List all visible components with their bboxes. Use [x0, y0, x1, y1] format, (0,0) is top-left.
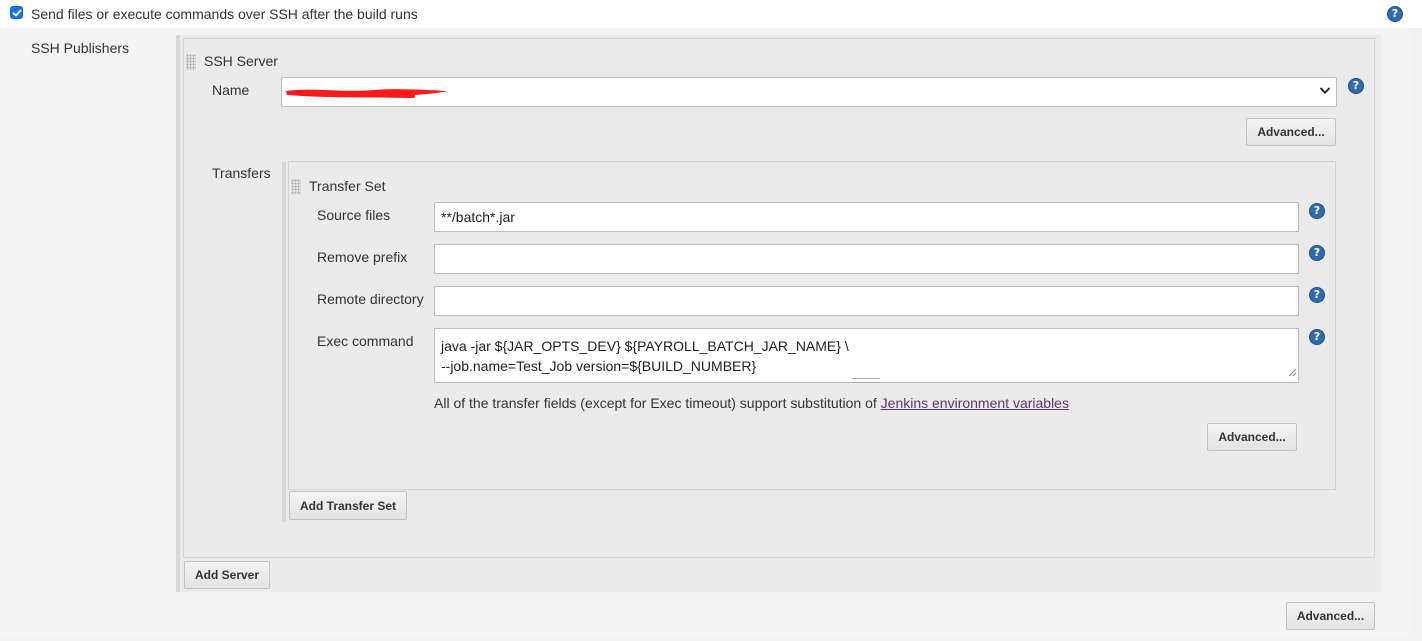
help-question-icon[interactable]: ? — [1309, 287, 1325, 303]
transfers-bar — [282, 162, 286, 522]
jenkins-env-vars-link[interactable]: Jenkins environment variables — [881, 395, 1069, 411]
resize-grip-icon[interactable] — [852, 378, 880, 383]
help-question-icon[interactable]: ? — [1309, 203, 1325, 219]
transfer-set-advanced-button[interactable]: Advanced... — [1207, 423, 1297, 451]
source-files-input[interactable] — [434, 202, 1299, 232]
resize-corner-icon[interactable] — [1288, 368, 1297, 377]
remove-prefix-label: Remove prefix — [317, 249, 408, 265]
chevron-down-icon — [1320, 87, 1330, 94]
remote-directory-label: Remote directory — [317, 291, 424, 307]
ssh-server-title: SSH Server — [204, 53, 278, 69]
server-advanced-button[interactable]: Advanced... — [1246, 118, 1336, 146]
source-files-label: Source files — [317, 207, 391, 223]
remove-prefix-input[interactable] — [434, 244, 1299, 274]
drag-handle-icon[interactable] — [186, 54, 196, 70]
ssh-publish-checkbox[interactable] — [10, 6, 23, 19]
remote-directory-input[interactable] — [434, 286, 1299, 316]
help-question-icon[interactable]: ? — [1309, 329, 1325, 345]
server-name-label: Name — [212, 82, 250, 98]
drag-handle-icon[interactable] — [291, 179, 301, 195]
exec-command-textarea[interactable]: java -jar ${JAR_OPTS_DEV} ${PAYROLL_BATC… — [434, 328, 1299, 383]
exec-command-label: Exec command — [317, 333, 414, 349]
substitution-note-text: All of the transfer fields (except for E… — [434, 395, 881, 411]
substitution-note: All of the transfer fields (except for E… — [434, 395, 1069, 411]
add-server-button[interactable]: Add Server — [184, 561, 270, 589]
help-question-icon[interactable]: ? — [1348, 78, 1364, 94]
publishers-advanced-button[interactable]: Advanced... — [1286, 602, 1375, 630]
help-question-icon[interactable]: ? — [1309, 245, 1325, 261]
add-transfer-set-button[interactable]: Add Transfer Set — [289, 491, 407, 520]
ssh-publish-checkbox-label[interactable]: Send files or execute commands over SSH … — [31, 6, 418, 22]
transfers-label: Transfers — [212, 165, 271, 181]
transfer-set-title: Transfer Set — [309, 178, 386, 194]
checkmark-icon — [12, 9, 22, 17]
redacted-server-name — [286, 89, 447, 98]
ssh-publishers-label: SSH Publishers — [31, 40, 130, 56]
help-question-icon[interactable]: ? — [1387, 6, 1403, 22]
